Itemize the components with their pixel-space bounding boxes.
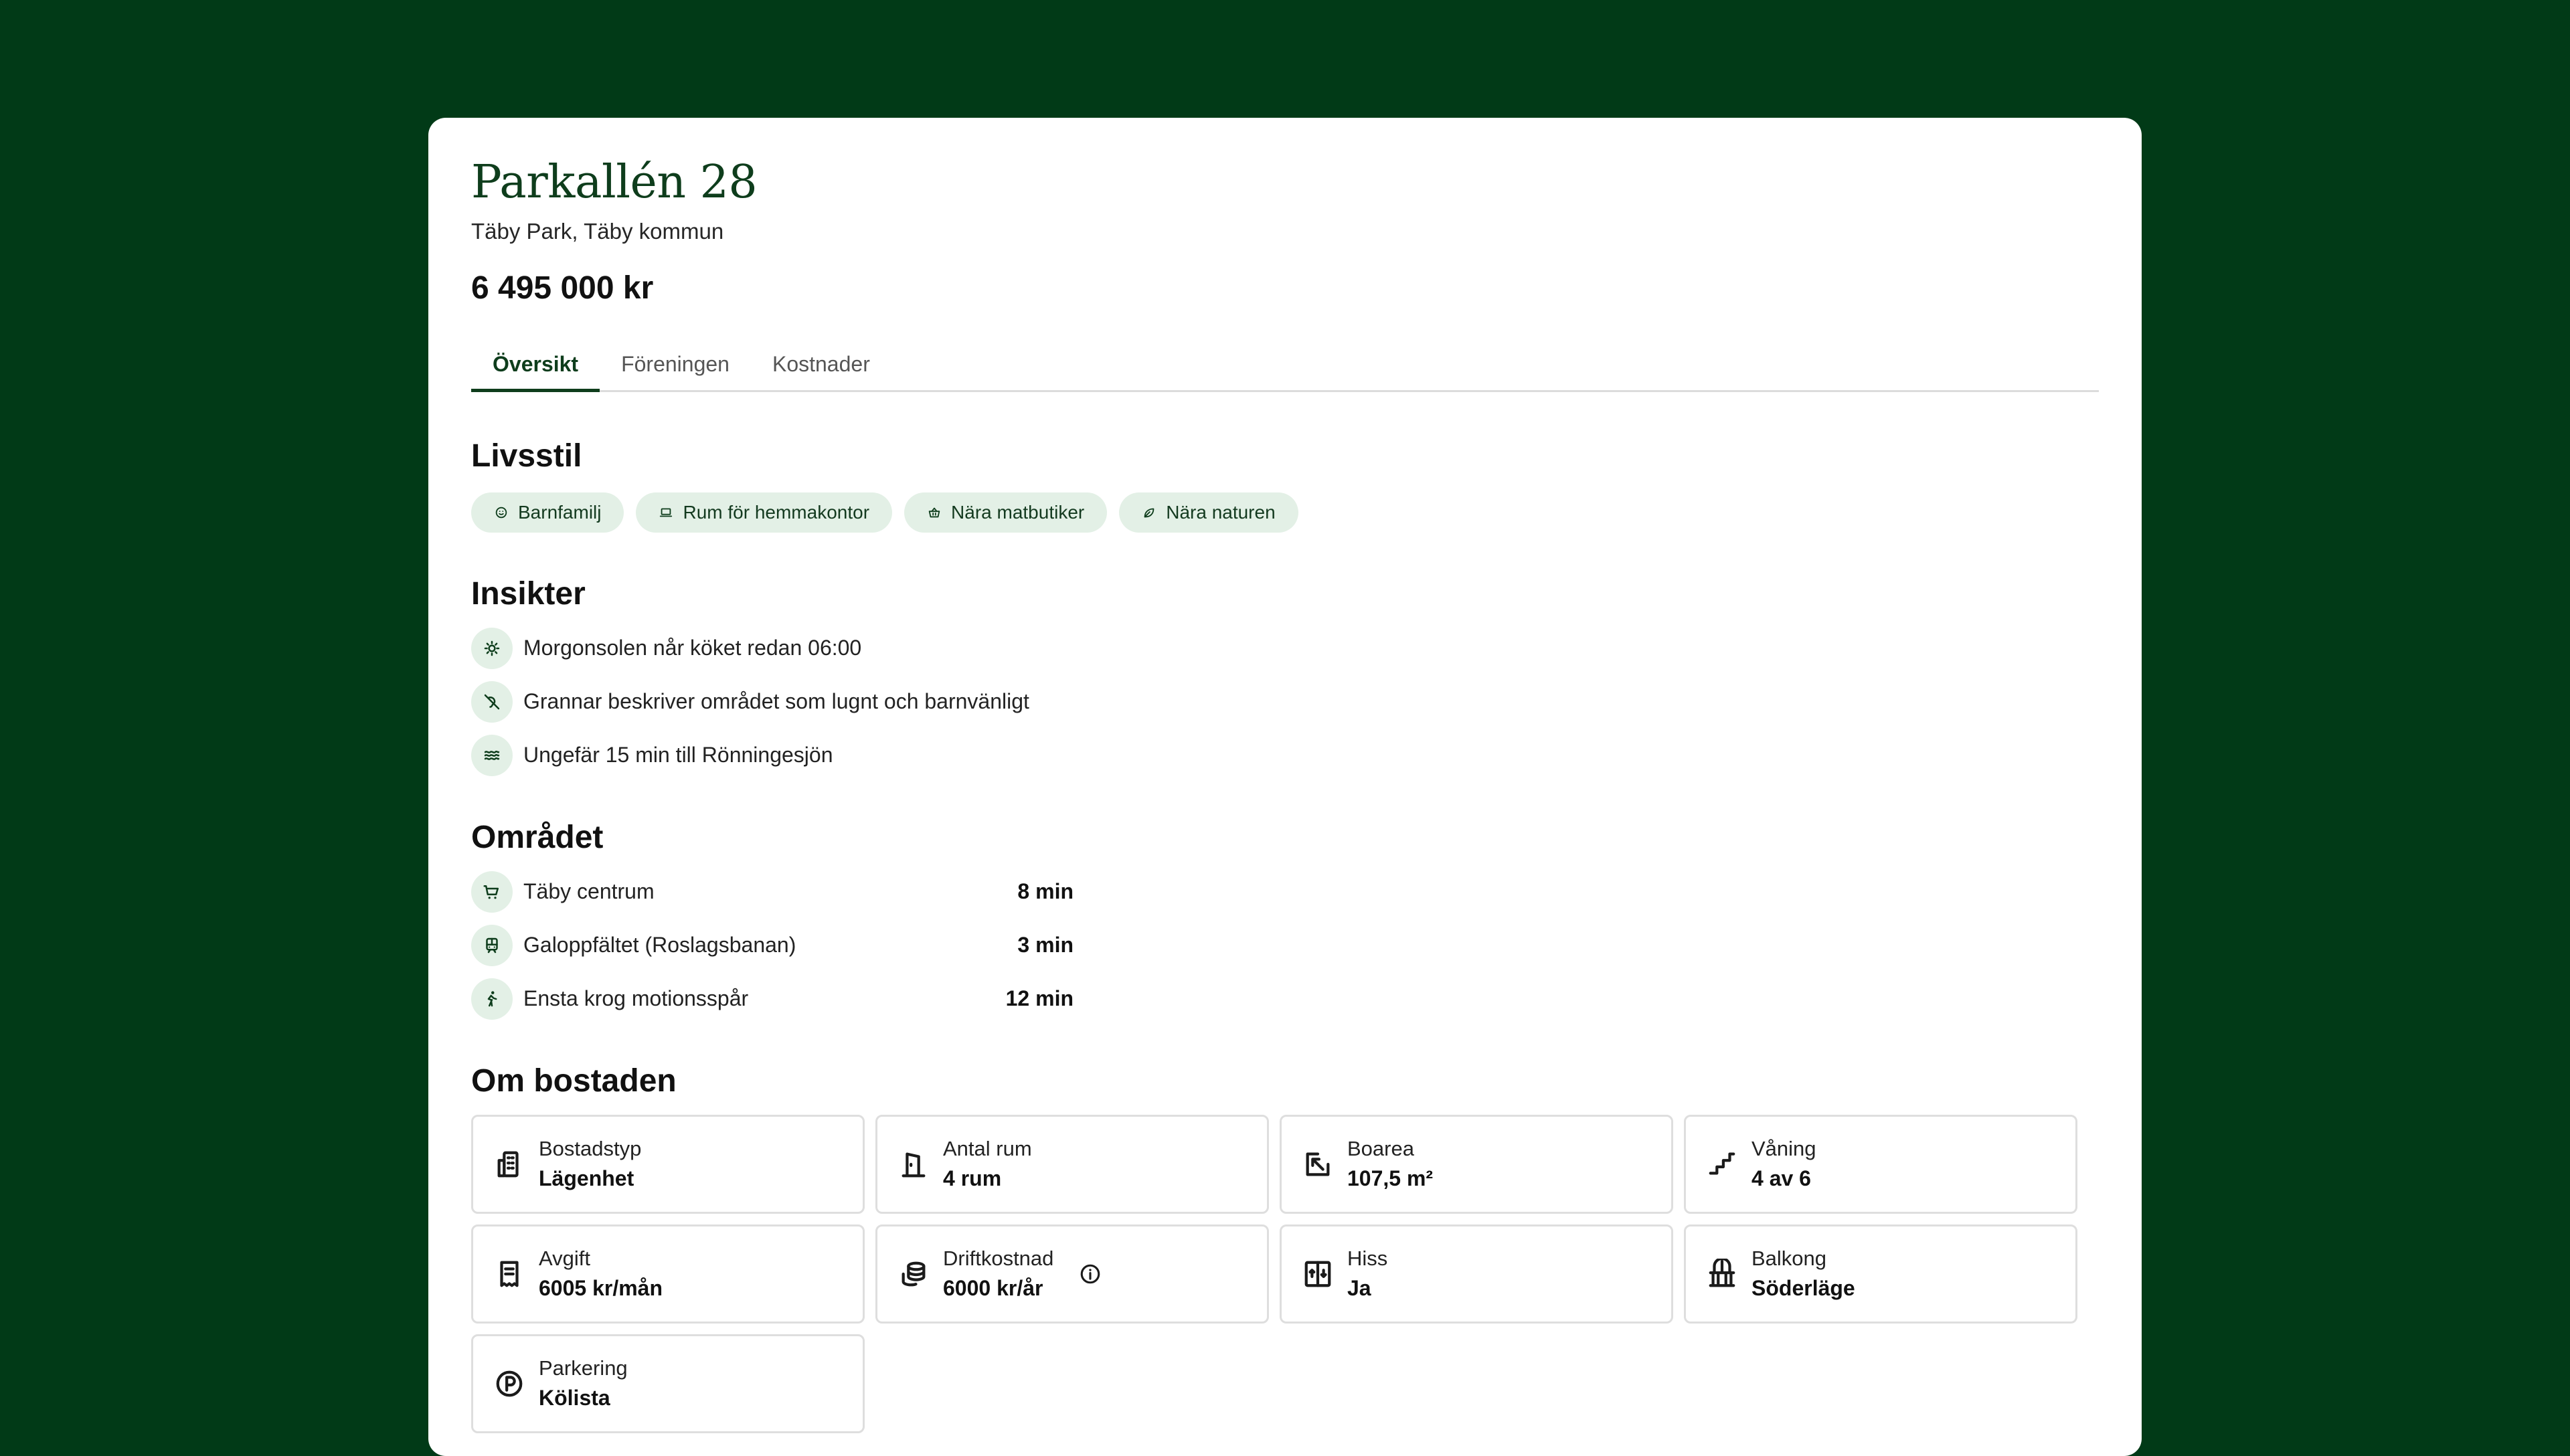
chip-naturen: Nära naturen (1119, 492, 1298, 533)
feature-antal-rum: Antal rum 4 rum (875, 1114, 1269, 1214)
feature-grid: Bostadstyp Lägenhet Antal rum 4 rum Boarea… (471, 1114, 2099, 1433)
walk-icon (487, 991, 497, 1007)
feature-label: Avgift (539, 1247, 590, 1271)
info-icon[interactable] (1079, 1263, 1102, 1285)
smile-icon (495, 507, 507, 519)
train-icon (486, 937, 498, 953)
list-item: Grannar beskriver området som lugnt och … (471, 680, 2099, 723)
chip-barnfamilj: Barnfamilj (471, 492, 624, 533)
tab-oversikt[interactable]: Översikt (471, 352, 600, 392)
list-item: Ungefär 15 min till Rönningesjön (471, 734, 2099, 776)
listing-price: 6 495 000 kr (471, 270, 654, 306)
cart-icon (483, 885, 499, 899)
coins-icon (902, 1261, 926, 1287)
receipt-icon (500, 1261, 519, 1287)
feature-label: Bostadstyp (539, 1137, 642, 1161)
feature-value: Söderläge (1751, 1276, 1855, 1301)
feature-avgift: Avgift 6005 kr/mån (471, 1224, 865, 1324)
feature-parkering: Parkering Kölista (471, 1334, 865, 1433)
chip-matbutiker: Nära matbutiker (904, 492, 1108, 533)
feature-label: Driftkostnad (943, 1247, 1054, 1271)
tab-bar: Översikt Föreningen Kostnader (471, 345, 2099, 392)
feature-bostadstyp: Bostadstyp Lägenhet (471, 1114, 865, 1214)
area-list: Täby centrum 8 min Galoppfältet (Roslags… (471, 871, 1074, 1020)
list-item: Morgonsolen når köket redan 06:00 (471, 627, 2099, 669)
insights-list: Morgonsolen når köket redan 06:00 Granna… (471, 627, 2099, 776)
list-item: Galoppfältet (Roslagsbanan) 3 min (471, 924, 1074, 966)
place-name: Ensta krog motionsspår (523, 986, 749, 1011)
list-item: Ensta krog motionsspår 12 min (471, 978, 1074, 1020)
chip-hemmakontor: Rum för hemmakontor (636, 492, 893, 533)
feature-hiss: Hiss Ja (1280, 1224, 1673, 1324)
feature-balkong: Balkong Söderläge (1684, 1224, 2077, 1324)
feature-value: 6000 kr/år (943, 1276, 1043, 1301)
basket-icon (928, 507, 940, 518)
feature-value: 4 av 6 (1751, 1166, 1811, 1191)
listing-title: Parkallén 28 (471, 156, 758, 209)
listing-location: Täby Park, Täby kommun (471, 218, 724, 244)
feature-label: Parkering (539, 1356, 628, 1380)
feature-label: Våning (1751, 1137, 1816, 1161)
place-name: Täby centrum (523, 879, 655, 904)
feature-value: Kölista (539, 1386, 610, 1410)
travel-time: 8 min (1017, 879, 1074, 904)
leaf-icon (1144, 508, 1154, 518)
feature-value: 4 rum (943, 1166, 1002, 1191)
section-title-omradet: Området (471, 819, 604, 855)
stairs-icon (1709, 1152, 1735, 1175)
section-title-livsstil: Livsstil (471, 438, 582, 474)
feature-label: Hiss (1347, 1247, 1388, 1271)
feature-label: Antal rum (943, 1137, 1032, 1161)
waves-icon (484, 750, 500, 760)
insight-text: Ungefär 15 min till Rönningesjön (523, 743, 833, 767)
feature-label: Balkong (1751, 1247, 1827, 1271)
chip-label: Barnfamilj (518, 501, 602, 523)
elevator-icon (1304, 1261, 1331, 1287)
travel-time: 3 min (1017, 933, 1074, 958)
travel-time: 12 min (1005, 986, 1074, 1011)
chip-label: Rum för hemmakontor (683, 501, 870, 523)
feature-vaning: Våning 4 av 6 (1684, 1114, 2077, 1214)
insight-text: Morgonsolen når köket redan 06:00 (523, 636, 862, 660)
lifestyle-chips: Barnfamilj Rum för hemmakontor Nära matb… (471, 492, 2099, 533)
section-title-insikter: Insikter (471, 575, 586, 612)
sun-icon (484, 640, 500, 656)
feature-label: Boarea (1347, 1137, 1414, 1161)
insight-text: Grannar beskriver området som lugnt och … (523, 689, 1029, 714)
feature-boarea: Boarea 107,5 m² (1280, 1114, 1673, 1214)
feature-value: 107,5 m² (1347, 1166, 1434, 1191)
list-item: Täby centrum 8 min (471, 871, 1074, 913)
resize-icon (1306, 1152, 1330, 1176)
volume-off-icon (484, 694, 500, 710)
door-icon (902, 1152, 926, 1178)
balcony-icon (1709, 1258, 1735, 1287)
building-icon (497, 1151, 519, 1178)
section-title-om-bostaden: Om bostaden (471, 1063, 677, 1099)
listing-card: Parkallén 28 Täby Park, Täby kommun 6 49… (428, 118, 2142, 1456)
feature-driftkostnad: Driftkostnad 6000 kr/år (875, 1224, 1269, 1324)
feature-value: Lägenhet (539, 1166, 634, 1191)
parking-icon (496, 1370, 523, 1397)
chip-label: Nära naturen (1166, 501, 1276, 523)
laptop-icon (660, 508, 673, 517)
tab-foreningen[interactable]: Föreningen (600, 352, 751, 390)
chip-label: Nära matbutiker (951, 501, 1085, 523)
feature-value: Ja (1347, 1276, 1371, 1301)
tab-kostnader[interactable]: Kostnader (751, 352, 891, 390)
feature-value: 6005 kr/mån (539, 1276, 663, 1301)
place-name: Galoppfältet (Roslagsbanan) (523, 933, 796, 958)
